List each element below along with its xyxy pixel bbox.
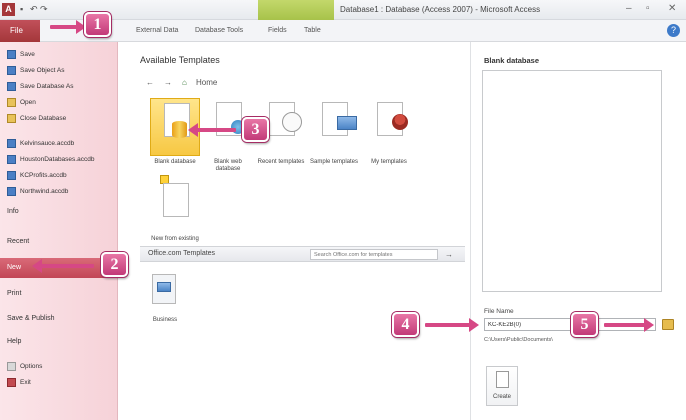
new-document-icon — [496, 371, 509, 388]
close-window-button[interactable]: ✕ — [668, 3, 676, 14]
callout-2-arrow — [32, 259, 94, 273]
database-file-icon — [7, 138, 16, 148]
template-my-templates[interactable]: My templates — [364, 98, 414, 166]
office-com-templates-bar: Office.com Templates → — [140, 246, 465, 262]
window-title: Database1 : Database (Access 2007) - Mic… — [340, 5, 541, 14]
file-tab[interactable]: File — [0, 20, 40, 42]
save-database-icon — [7, 81, 16, 91]
nav-save-database-as[interactable]: Save Database As — [7, 80, 73, 93]
options-icon — [7, 361, 16, 371]
template-search-input[interactable] — [310, 249, 438, 260]
recent-db-1[interactable]: Kelvinsauce.accdb — [7, 137, 74, 150]
access-backstage-window: A ▪ ↶ ↷ Database1 : Database (Access 200… — [0, 0, 686, 420]
sample-templates-icon — [309, 98, 359, 156]
quick-save-icon[interactable]: ▪ — [20, 4, 23, 14]
home-breadcrumb[interactable]: Home — [196, 78, 217, 87]
database-file-icon — [7, 170, 16, 180]
open-folder-icon — [7, 97, 16, 107]
template-category-business[interactable]: Business — [140, 272, 190, 324]
nav-info[interactable]: Info — [7, 208, 19, 215]
home-icon[interactable]: ⌂ — [182, 78, 187, 87]
nav-options[interactable]: Options — [7, 360, 42, 373]
nav-recent[interactable]: Recent — [7, 238, 29, 245]
tab-fields[interactable]: Fields — [268, 27, 287, 34]
file-name-label: File Name — [484, 308, 514, 315]
database-file-icon — [7, 186, 16, 196]
callout-1-badge: 1 — [84, 12, 111, 37]
callout-4-arrow — [425, 318, 479, 332]
tab-database-tools[interactable]: Database Tools — [195, 27, 243, 34]
callout-2-badge: 2 — [101, 252, 128, 277]
table-tools-context-group — [258, 0, 334, 20]
forward-arrow-icon[interactable]: → — [164, 78, 172, 87]
template-preview-area — [482, 70, 662, 292]
callout-4-badge: 4 — [392, 312, 419, 337]
template-navigation-bar: ← → ⌂ Home — [140, 76, 460, 90]
redo-icon[interactable]: ↷ — [40, 4, 48, 15]
new-from-existing-icon — [150, 175, 200, 233]
save-object-icon — [7, 65, 16, 75]
recent-db-2[interactable]: HoustonDatabases.accdb — [7, 153, 94, 166]
office-com-templates-label: Office.com Templates — [148, 250, 216, 257]
recent-db-4[interactable]: Northwind.accdb — [7, 185, 68, 198]
close-database-icon — [7, 113, 16, 123]
tab-external-data[interactable]: External Data — [136, 27, 178, 34]
maximize-button[interactable]: ▫ — [646, 3, 650, 14]
nav-open[interactable]: Open — [7, 96, 36, 109]
search-go-icon[interactable]: → — [442, 249, 456, 260]
callout-3-arrow — [188, 123, 236, 137]
access-logo: A — [2, 3, 15, 16]
nav-save[interactable]: Save — [7, 48, 35, 61]
my-templates-icon — [364, 98, 414, 156]
callout-5-badge: 5 — [571, 312, 598, 337]
browse-folder-icon[interactable] — [662, 319, 674, 330]
available-templates-heading: Available Templates — [140, 55, 220, 65]
nav-close-database[interactable]: Close Database — [7, 112, 66, 125]
undo-icon[interactable]: ↶ — [30, 4, 38, 15]
nav-help[interactable]: Help — [7, 338, 21, 345]
tab-table[interactable]: Table — [304, 27, 321, 34]
callout-5-arrow — [604, 318, 654, 332]
recent-db-3[interactable]: KCProfits.accdb — [7, 169, 67, 182]
nav-print[interactable]: Print — [7, 290, 21, 297]
nav-save-object-as[interactable]: Save Object As — [7, 64, 64, 77]
pane-divider — [470, 42, 471, 420]
business-folder-icon — [140, 272, 190, 314]
callout-3-badge: 3 — [242, 117, 269, 142]
template-new-from-existing[interactable]: New from existing — [150, 175, 200, 243]
create-button[interactable]: Create — [486, 366, 518, 406]
blank-database-title: Blank database — [484, 56, 540, 65]
template-sample-templates[interactable]: Sample templates — [309, 98, 359, 166]
nav-save-publish[interactable]: Save & Publish — [7, 315, 54, 322]
save-icon — [7, 49, 16, 59]
help-icon[interactable]: ? — [667, 24, 680, 37]
nav-exit[interactable]: Exit — [7, 376, 31, 389]
save-location-path: C:\Users\Public\Documents\ — [484, 337, 553, 343]
minimize-button[interactable]: – — [626, 3, 632, 14]
back-arrow-icon[interactable]: ← — [146, 78, 154, 87]
exit-icon — [7, 377, 16, 387]
callout-1-arrow — [50, 20, 86, 34]
database-file-icon — [7, 154, 16, 164]
